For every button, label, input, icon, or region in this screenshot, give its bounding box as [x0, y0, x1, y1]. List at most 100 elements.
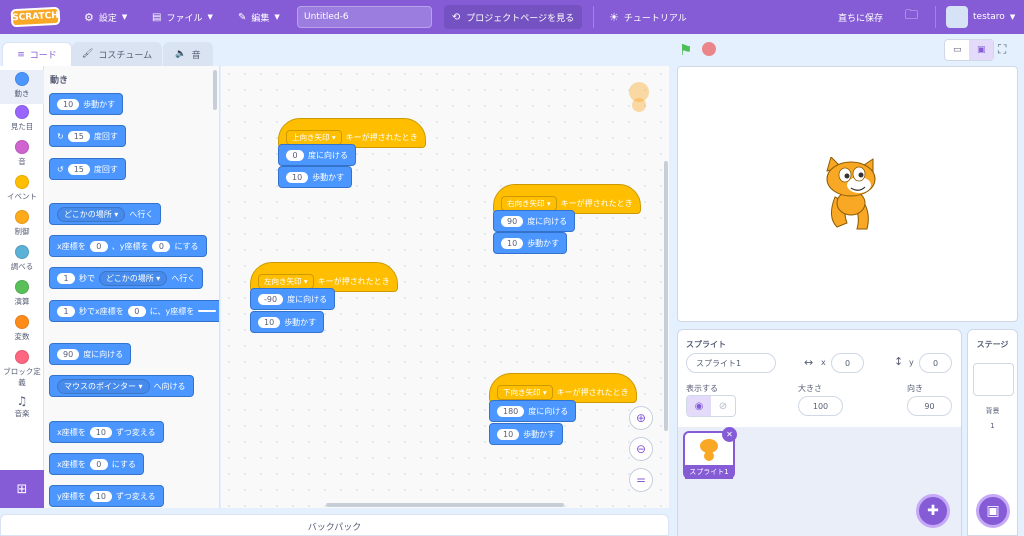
go-to-xy-block[interactable]: x座標を 0 、y座標を 0 にする	[49, 235, 207, 257]
glide-to-block[interactable]: 1 秒で どこかの場所 ▾ へ行く	[49, 267, 204, 289]
zoom-reset-button[interactable]: =	[629, 468, 653, 492]
value-input[interactable]: 15	[67, 130, 90, 142]
change-y-block[interactable]: y座標を 10 ずつ変える	[49, 485, 164, 507]
turn-right-block[interactable]: ↻ 15 度回す	[49, 125, 126, 147]
value-input[interactable]: 90	[501, 215, 524, 227]
eye-off-icon[interactable]: ⊘	[711, 396, 735, 416]
tab-sounds[interactable]: 🔈 音	[163, 42, 213, 66]
move-steps-block[interactable]: 10 歩動かす	[493, 232, 568, 254]
point-towards-block[interactable]: マウスのポインター ▾ へ向ける	[49, 375, 194, 397]
backdrop-thumbnail[interactable]	[973, 363, 1014, 396]
move-steps-block[interactable]: 10 歩動かす	[278, 166, 353, 188]
change-x-block[interactable]: x座標を 10 ずつ変える	[49, 421, 164, 443]
point-in-direction-block[interactable]: 0 度に向ける	[278, 144, 356, 166]
small-stage-icon[interactable]: ▭	[945, 40, 969, 60]
y-input[interactable]: 0	[919, 353, 952, 373]
value-input[interactable]: 10	[286, 171, 309, 183]
value-input[interactable]: 10	[89, 426, 112, 438]
point-in-direction-block[interactable]: 90 度に向ける	[493, 210, 576, 232]
stage-canvas[interactable]	[677, 66, 1018, 322]
category-variables[interactable]: 変数	[0, 315, 44, 342]
size-input[interactable]: 100	[798, 396, 843, 416]
category-sound[interactable]: 音	[0, 140, 44, 167]
value-input[interactable]: 0	[89, 458, 108, 470]
value-input[interactable]: 10	[501, 237, 524, 249]
x-input[interactable]: 0	[831, 353, 864, 373]
zoom-in-button[interactable]: ⊕	[629, 406, 653, 430]
script-workspace[interactable]: 上向き矢印 ▾ キーが押されたとき 0 度に向ける 10 歩動かす 右向き矢印 …	[221, 66, 669, 508]
value-input[interactable]: -90	[258, 293, 284, 305]
tab-code[interactable]: ≡ コード	[2, 42, 72, 66]
eye-icon[interactable]: ◉	[687, 396, 711, 416]
move-steps-block[interactable]: 10 歩動かす	[49, 93, 124, 115]
settings-menu[interactable]: ⚙ 設定 ▼	[84, 0, 127, 34]
value-input[interactable]: 10	[89, 490, 112, 502]
category-motion[interactable]: 動き	[0, 70, 44, 104]
point-in-direction-block[interactable]: 90 度に向ける	[49, 343, 132, 365]
sprite-name-input[interactable]: スプライト1	[686, 353, 776, 373]
normal-stage-icon[interactable]: ▣	[969, 40, 993, 60]
delete-sprite-button[interactable]: ✕	[722, 427, 737, 442]
project-title-input[interactable]: Untitled-6	[297, 6, 432, 28]
category-operators[interactable]: 演算	[0, 280, 44, 307]
category-control[interactable]: 制御	[0, 210, 44, 237]
value-input[interactable]: 1	[57, 305, 75, 317]
category-my-blocks[interactable]: ブロック定義	[0, 350, 44, 388]
value-input[interactable]: 180	[497, 405, 525, 417]
value-input[interactable]: 15	[67, 163, 90, 175]
vertical-scrollbar[interactable]	[664, 161, 668, 431]
green-flag-icon[interactable]: ⚑	[679, 41, 692, 59]
category-looks[interactable]: 見た目	[0, 105, 44, 132]
save-now-button[interactable]: 直ちに保存	[838, 0, 883, 34]
move-steps-block[interactable]: 10 歩動かす	[489, 423, 564, 445]
key-dropdown[interactable]: 左向き矢印 ▾	[258, 273, 314, 289]
scratch-logo[interactable]: SCRATCH	[10, 6, 61, 28]
fullscreen-icon[interactable]: ⛶	[998, 42, 1006, 57]
when-key-pressed-hat[interactable]: 下向き矢印 ▾ キーが押されたとき	[489, 373, 637, 403]
value-input[interactable]: 10	[497, 428, 520, 440]
set-x-block[interactable]: x座標を 0 にする	[49, 453, 144, 475]
account-menu[interactable]: testaro ▼	[946, 0, 1015, 34]
cat-sprite[interactable]	[817, 157, 885, 233]
value-input[interactable]: 0	[89, 240, 108, 252]
go-to-block[interactable]: どこかの場所 ▾ へ行く	[49, 203, 162, 225]
direction-input[interactable]: 90	[907, 396, 952, 416]
turn-left-block[interactable]: ↺ 15 度回す	[49, 158, 126, 180]
palette-scrollbar[interactable]	[213, 70, 217, 110]
project-page-button[interactable]: ⟲ プロジェクトページを見る	[444, 5, 582, 29]
value-input[interactable]: 10	[57, 98, 80, 110]
category-label: 音	[18, 157, 26, 166]
target-dropdown[interactable]: どこかの場所 ▾	[99, 270, 168, 286]
zoom-out-button[interactable]: ⊖	[629, 437, 653, 461]
key-dropdown[interactable]: 右向き矢印 ▾	[501, 195, 557, 211]
category-music[interactable]: ♫ 音楽	[0, 394, 44, 419]
tab-costumes[interactable]: 🖌 コスチューム	[72, 42, 162, 66]
folder-icon[interactable]: 🗀	[905, 0, 918, 34]
value-input[interactable]: 10	[258, 316, 281, 328]
stop-icon[interactable]	[702, 42, 716, 56]
value-input[interactable]: 0	[127, 305, 146, 317]
key-dropdown[interactable]: 上向き矢印 ▾	[286, 129, 342, 145]
backpack-bar[interactable]: バックパック	[0, 514, 669, 536]
category-sensing[interactable]: 調べる	[0, 245, 44, 272]
key-dropdown[interactable]: 下向き矢印 ▾	[497, 384, 553, 400]
point-in-direction-block[interactable]: 180 度に向ける	[489, 400, 577, 422]
value-input[interactable]	[198, 310, 217, 312]
target-dropdown[interactable]: マウスのポインター ▾	[57, 378, 150, 394]
file-menu[interactable]: ▤ ファイル ▼	[152, 0, 213, 34]
value-input[interactable]: 0	[286, 149, 304, 161]
value-input[interactable]: 0	[152, 240, 171, 252]
edit-menu[interactable]: ✎ 編集 ▼	[238, 0, 280, 34]
point-in-direction-block[interactable]: -90 度に向ける	[250, 288, 336, 310]
choose-sprite-button[interactable]: ✚	[916, 494, 950, 528]
value-input[interactable]: 1	[57, 272, 75, 284]
move-steps-block[interactable]: 10 歩動かす	[250, 311, 325, 333]
category-events[interactable]: イベント	[0, 175, 44, 202]
choose-backdrop-button[interactable]: ▣	[976, 494, 1010, 528]
glide-to-xy-block[interactable]: 1 秒でx座標を 0 に、y座標を	[49, 300, 219, 322]
tutorials-button[interactable]: ☀ チュートリアル	[609, 0, 687, 34]
horizontal-scrollbar[interactable]	[326, 503, 564, 507]
target-dropdown[interactable]: どこかの場所 ▾	[57, 206, 126, 222]
add-extension-button[interactable]: ⊞	[0, 470, 44, 508]
value-input[interactable]: 90	[57, 348, 80, 360]
